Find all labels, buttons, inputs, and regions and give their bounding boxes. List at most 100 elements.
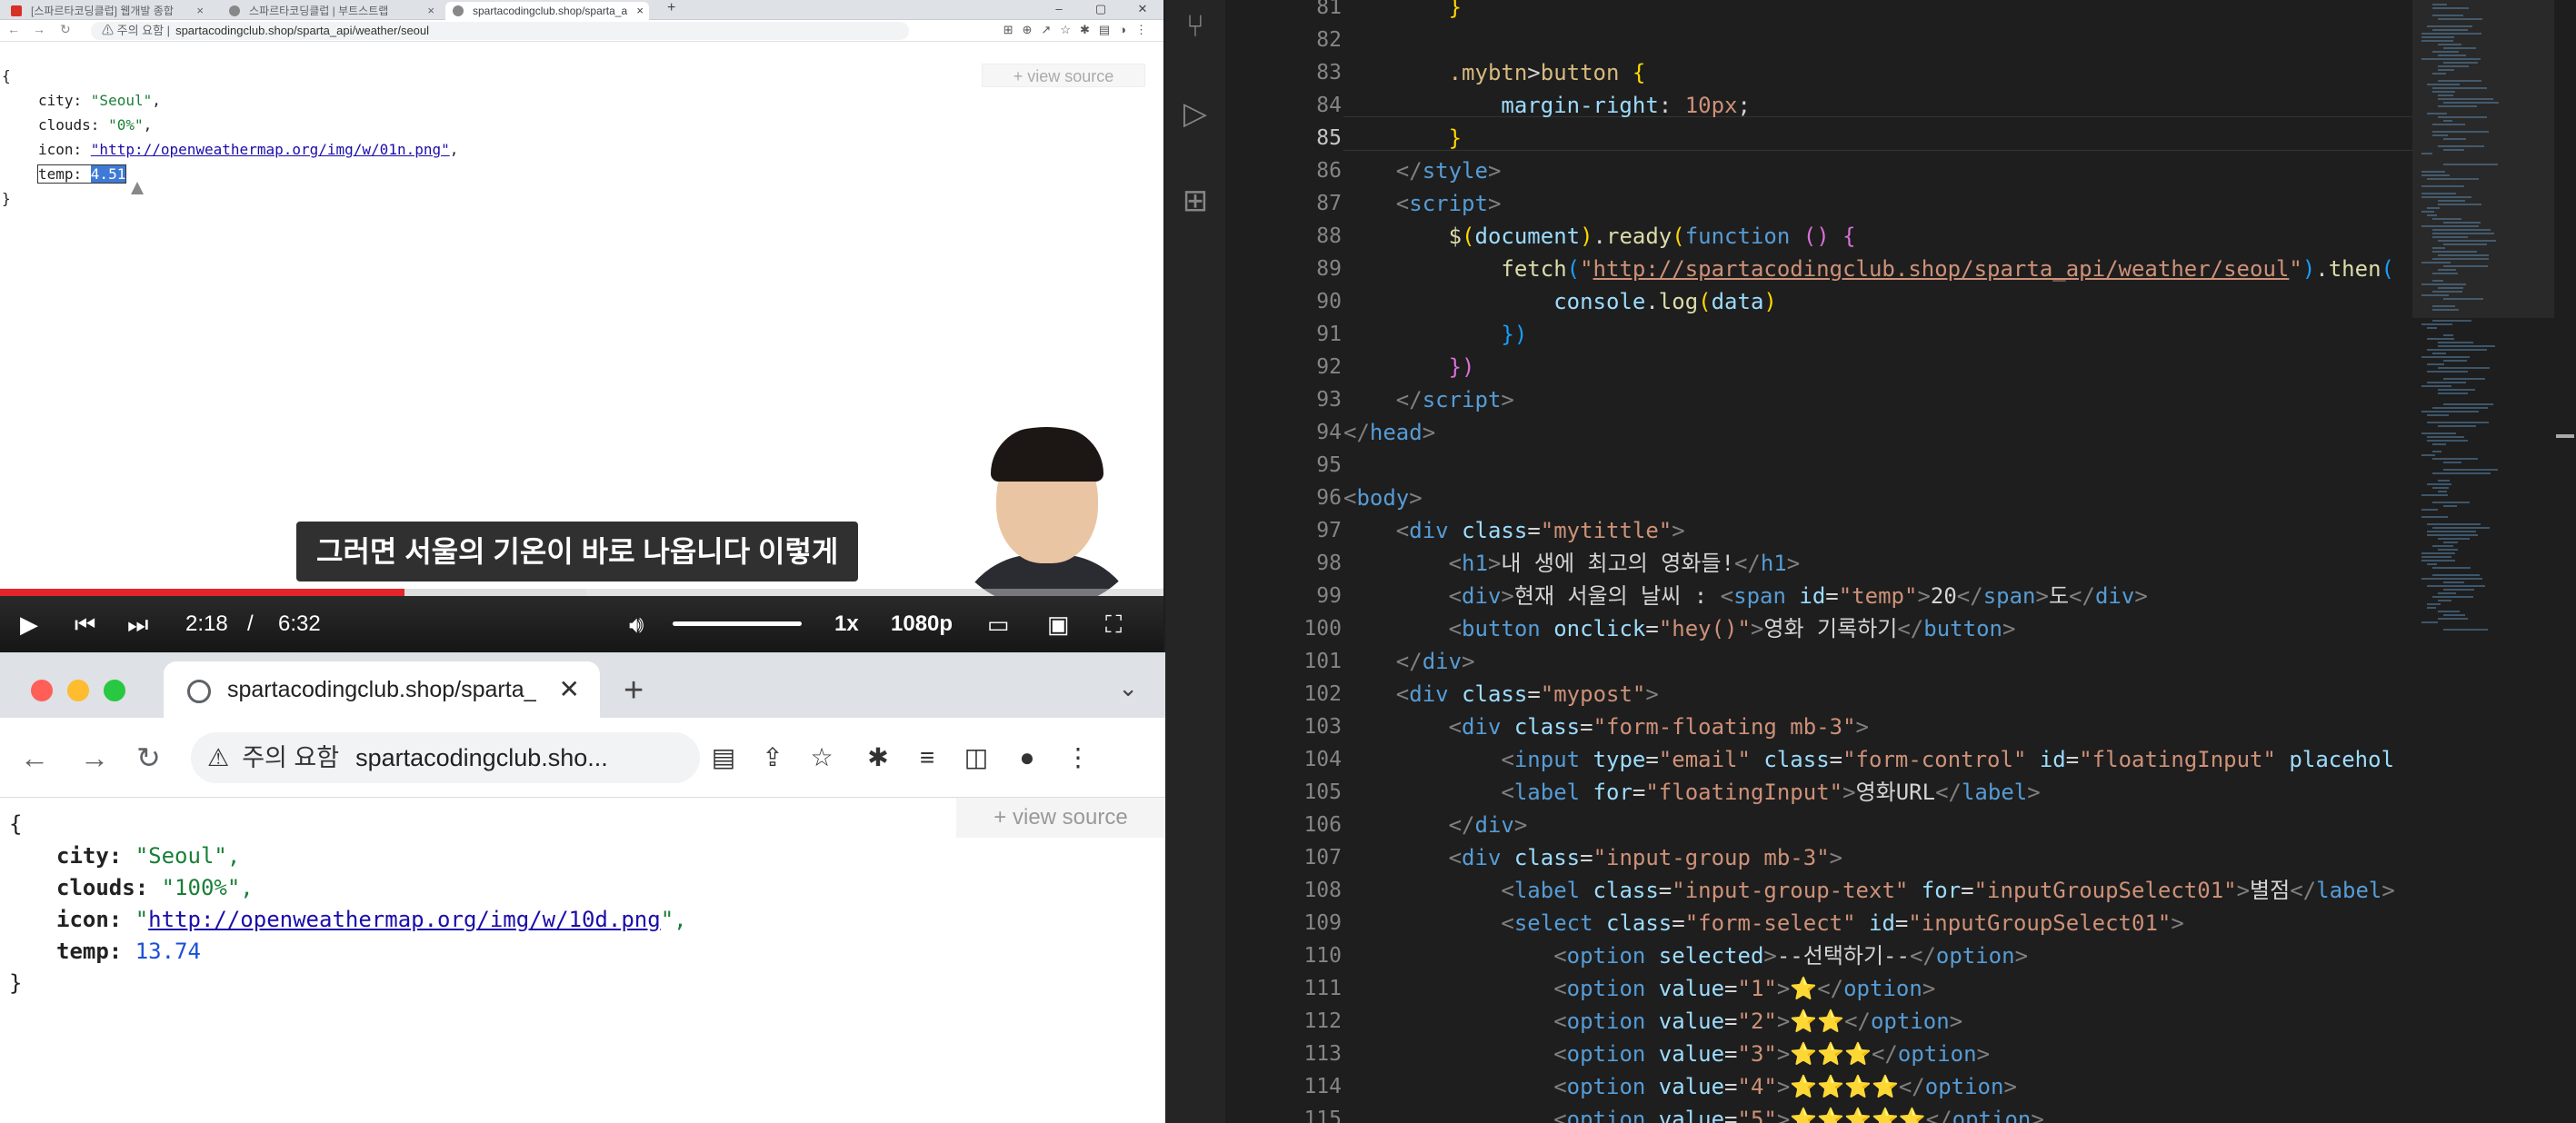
code-line[interactable]: <option value="1">⭐</option> [1343,972,1935,1005]
minimap-line [2443,360,2467,362]
minimize-window-icon[interactable] [67,680,89,701]
video-progress-bar[interactable] [0,589,1163,596]
minimap-line [2438,549,2458,551]
code-line[interactable]: <h1>내 생에 최고의 영화들!</h1> [1343,547,1801,580]
minimap-line [2427,363,2444,365]
volume-icon[interactable]: 🔊︎ [629,596,644,652]
current-time: 2:18 [185,611,228,636]
star-icon[interactable]: ☆ [804,718,840,798]
tab-favicon-icon [453,5,464,16]
minimap-line [2438,367,2490,369]
code-line[interactable]: <label for="floatingInput">영화URL</label> [1343,776,2040,809]
source-control-icon[interactable]: ⑂ [1178,9,1213,44]
code-line[interactable]: $(document).ready(function () { [1343,220,1856,253]
code-line[interactable]: }) [1343,318,1527,351]
code-line[interactable]: </div> [1343,645,1475,678]
json-temp-key: temp: [56,939,123,964]
code-line[interactable]: <option value="4">⭐⭐⭐⭐</option> [1343,1070,2017,1103]
extensions-icon[interactable]: ⊞ [1178,184,1213,218]
scrollbar-thumb[interactable] [2556,434,2574,438]
close-tab-icon[interactable]: ✕ [559,661,580,718]
code-line[interactable]: margin-right: 10px; [1343,89,1751,122]
zoom-window-icon[interactable] [104,680,125,701]
reload-icon[interactable]: ↻ [136,718,161,798]
code-line[interactable]: .mybtn>button { [1343,56,1646,89]
quality-button[interactable]: 1080p [891,596,953,652]
back-icon[interactable]: ← [20,718,49,798]
menu-icon[interactable]: ⋮ [1060,718,1096,798]
minimap-line [2427,338,2454,340]
minimap-line [2438,491,2447,492]
code-line[interactable]: <option selected>--선택하기--</option> [1343,939,2028,972]
minimap-slider[interactable] [2412,0,2567,318]
json-icon-link[interactable]: http://openweathermap.org/img/w/10d.png [148,907,661,932]
code-line[interactable]: <script> [1343,187,1502,220]
share-icon[interactable]: ⇪ [754,718,791,798]
code-line[interactable]: }) [1343,351,1475,383]
close-icon: × [636,4,644,17]
option-stars: ⭐⭐⭐ [1790,1041,1872,1067]
profile-icon[interactable]: ● [1009,718,1045,798]
code-line[interactable]: </head> [1343,416,1435,449]
subtitles-icon[interactable]: ▭ [987,596,1010,652]
extensions-icon[interactable]: ✱ [860,718,896,798]
chevron-down-icon[interactable]: ⌄ [1118,674,1138,702]
json-output: { city: "Seoul", clouds: "100%", icon: "… [9,809,687,999]
translate-icon[interactable]: ▤ [705,718,742,798]
code-line[interactable]: <div class="input-group mb-3"> [1343,841,1843,874]
minimap-line [2438,480,2450,482]
code-line[interactable]: <select class="form-select" id="inputGro… [1343,907,2183,939]
pip-icon[interactable]: ▣ [1047,596,1070,652]
play-icon[interactable]: ▶ [20,596,38,652]
view-source-toggle[interactable]: + view source [956,798,1165,838]
speed-button[interactable]: 1x [834,596,859,652]
editor-scrollbar[interactable] [2554,0,2576,1123]
forward-icon[interactable]: → [80,718,109,798]
code-line[interactable]: </script> [1343,383,1514,416]
minimap-line [2432,451,2441,452]
url-omnibox[interactable]: ⚠ 주의 요함 spartacodingclub.sho... [191,732,700,783]
close-window-icon[interactable] [31,680,53,701]
code-line[interactable]: <option value="3">⭐⭐⭐</option> [1343,1038,1990,1070]
code-line[interactable]: <div class="mypost"> [1343,678,1659,711]
previous-icon[interactable]: ⏮ [75,596,95,652]
minimap-line [2421,385,2451,387]
code-line[interactable]: } [1343,0,1462,24]
line-number: 108 [1303,879,1342,902]
code-line[interactable]: <label class="input-group-text" for="inp… [1343,874,2394,907]
code-line[interactable]: </style> [1343,154,1502,187]
code-line[interactable]: <div class="form-floating mb-3"> [1343,711,1869,743]
code-line[interactable]: <body> [1343,482,1423,514]
new-tab-icon[interactable]: + [624,663,644,718]
duration: 6:32 [278,611,321,636]
minimap-line [2427,422,2489,423]
line-number: 89 [1316,257,1342,281]
code-line[interactable]: } [1343,122,1462,154]
video-player[interactable]: [스파르타코딩클럽] 웹개발 종합 × 스파르타코딩클럽 | 부트스트랩 × spa… [0,0,1163,652]
code-line[interactable]: <input type="email" class="form-control"… [1343,743,2394,776]
run-debug-icon[interactable]: ▷ [1178,96,1213,131]
code-line[interactable]: </div> [1343,809,1528,841]
code-line[interactable]: <option value="2">⭐⭐</option> [1343,1005,1962,1038]
sidepanel-icon[interactable]: ◫ [958,718,994,798]
json-city-key: city: [56,843,123,869]
minimap-line [2427,440,2468,442]
code-line[interactable]: <button onclick="hey()">영화 기록하기</button> [1343,612,2016,645]
minimap-line [2427,534,2478,536]
code-line[interactable]: console.log(data) [1343,285,1777,318]
line-number: 102 [1303,682,1342,706]
tab-label: 스파르타코딩클럽 | 부트스트랩 [249,5,389,17]
code-line[interactable]: <div>현재 서울의 날씨 : <span id="temp">20</spa… [1343,580,2148,612]
played-bar [0,589,405,596]
fullscreen-icon[interactable]: ⛶ [1105,596,1122,652]
minimap-line [2421,552,2455,554]
media-icon[interactable]: ≡ [909,718,945,798]
code-line[interactable]: <option value="5">⭐⭐⭐⭐⭐</option> [1343,1103,2044,1123]
star-label-text: 별점 [2250,878,2291,903]
volume-slider[interactable] [673,621,802,626]
next-icon[interactable]: ⏭ [127,596,148,652]
browser-tab[interactable]: spartacodingclub.shop/sparta_ ✕ [164,661,600,718]
code-line[interactable]: fetch("http://spartacodingclub.shop/spar… [1343,253,2394,285]
code-line[interactable]: <div class="mytittle"> [1343,514,1685,547]
minimap-line [2432,320,2471,322]
